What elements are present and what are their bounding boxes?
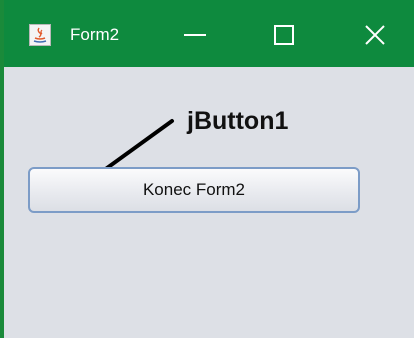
button-label: Konec Form2: [142, 180, 246, 199]
minimize-button[interactable]: [173, 16, 219, 54]
form2-window: Form2 jButton1 Konec Form2: [0, 0, 414, 338]
konec-form2-button[interactable]: Konec Form2: [28, 167, 360, 213]
annotation-label: jButton1: [187, 107, 289, 135]
minimize-icon: [184, 34, 206, 36]
maximize-button[interactable]: [261, 16, 307, 54]
java-icon: [29, 24, 51, 46]
close-icon: [365, 25, 385, 45]
title-bar[interactable]: Form2: [4, 0, 414, 67]
window-title: Form2: [70, 25, 120, 44]
maximize-icon: [274, 25, 294, 45]
close-button[interactable]: [352, 16, 398, 54]
